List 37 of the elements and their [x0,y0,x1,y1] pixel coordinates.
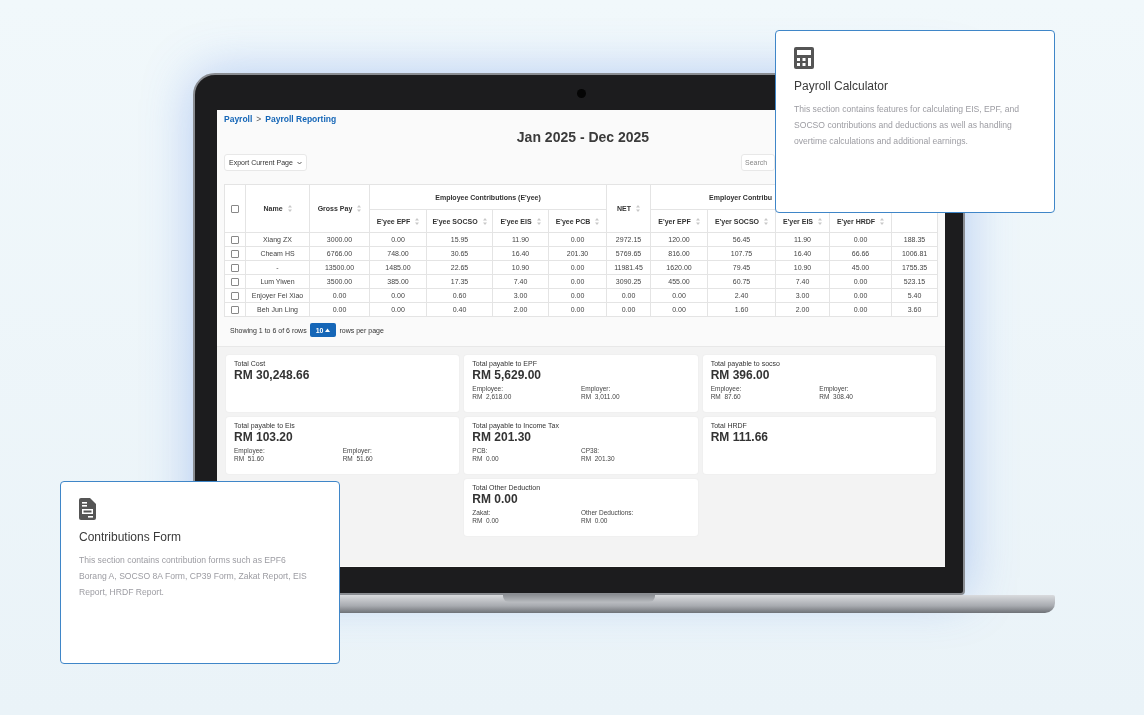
sort-icon[interactable] [415,217,420,225]
calculator-icon [794,47,814,69]
card-amount: RM 111.66 [710,430,770,444]
document-icon [79,498,96,520]
report-title: Jan 2025 - Dec 2025 [516,129,650,145]
caret-icon [325,328,331,332]
card-amount: RM 30,248.66 [234,368,311,382]
feature-description: This section contains contribution forms such as EPF6 Borang A, SOCSO 8A Form, CP39 Form, Zakat Report, EIS Report, HRDF Report. [79,554,308,599]
sort-icon[interactable] [536,217,541,225]
breadcrumb-link[interactable]: Payroll Reporting [265,114,337,124]
card-amount: RM 201.30 [472,430,533,444]
sort-icon[interactable] [880,217,885,225]
row-checkbox[interactable] [231,291,239,300]
row-checkbox[interactable] [231,235,239,244]
row-checkbox[interactable] [231,263,239,272]
row-checkbox[interactable] [231,249,239,258]
feature-title: Payroll Calculator [794,79,890,93]
camera-dot [577,89,586,98]
feature-title: Contributions Form [79,530,183,544]
row-checkbox[interactable] [231,277,239,286]
sort-icon[interactable] [287,205,292,212]
card-amount: RM 0.00 [472,492,519,506]
row-checkbox[interactable] [231,305,239,314]
feature-description: This section contains features for calculating EIS, EPF, and SOCSO contributions and deductions as well as handling overtime calculations and additional earnings. [794,103,1020,148]
sort-icon[interactable] [695,217,700,225]
sort-icon[interactable] [357,205,362,212]
sort-icon[interactable] [764,217,769,225]
sort-icon[interactable] [482,217,487,225]
sort-icon[interactable] [818,217,823,225]
breadcrumb-separator: > [256,114,262,124]
sort-icon[interactable] [595,217,600,225]
card-amount: RM 396.00 [710,368,771,382]
card-amount: RM 103.20 [234,430,294,444]
breadcrumb-link[interactable]: Payroll [224,114,253,124]
select-all-checkbox[interactable] [231,204,239,213]
card-amount: RM 5,629.00 [472,368,543,382]
chevron-icon [296,160,302,165]
